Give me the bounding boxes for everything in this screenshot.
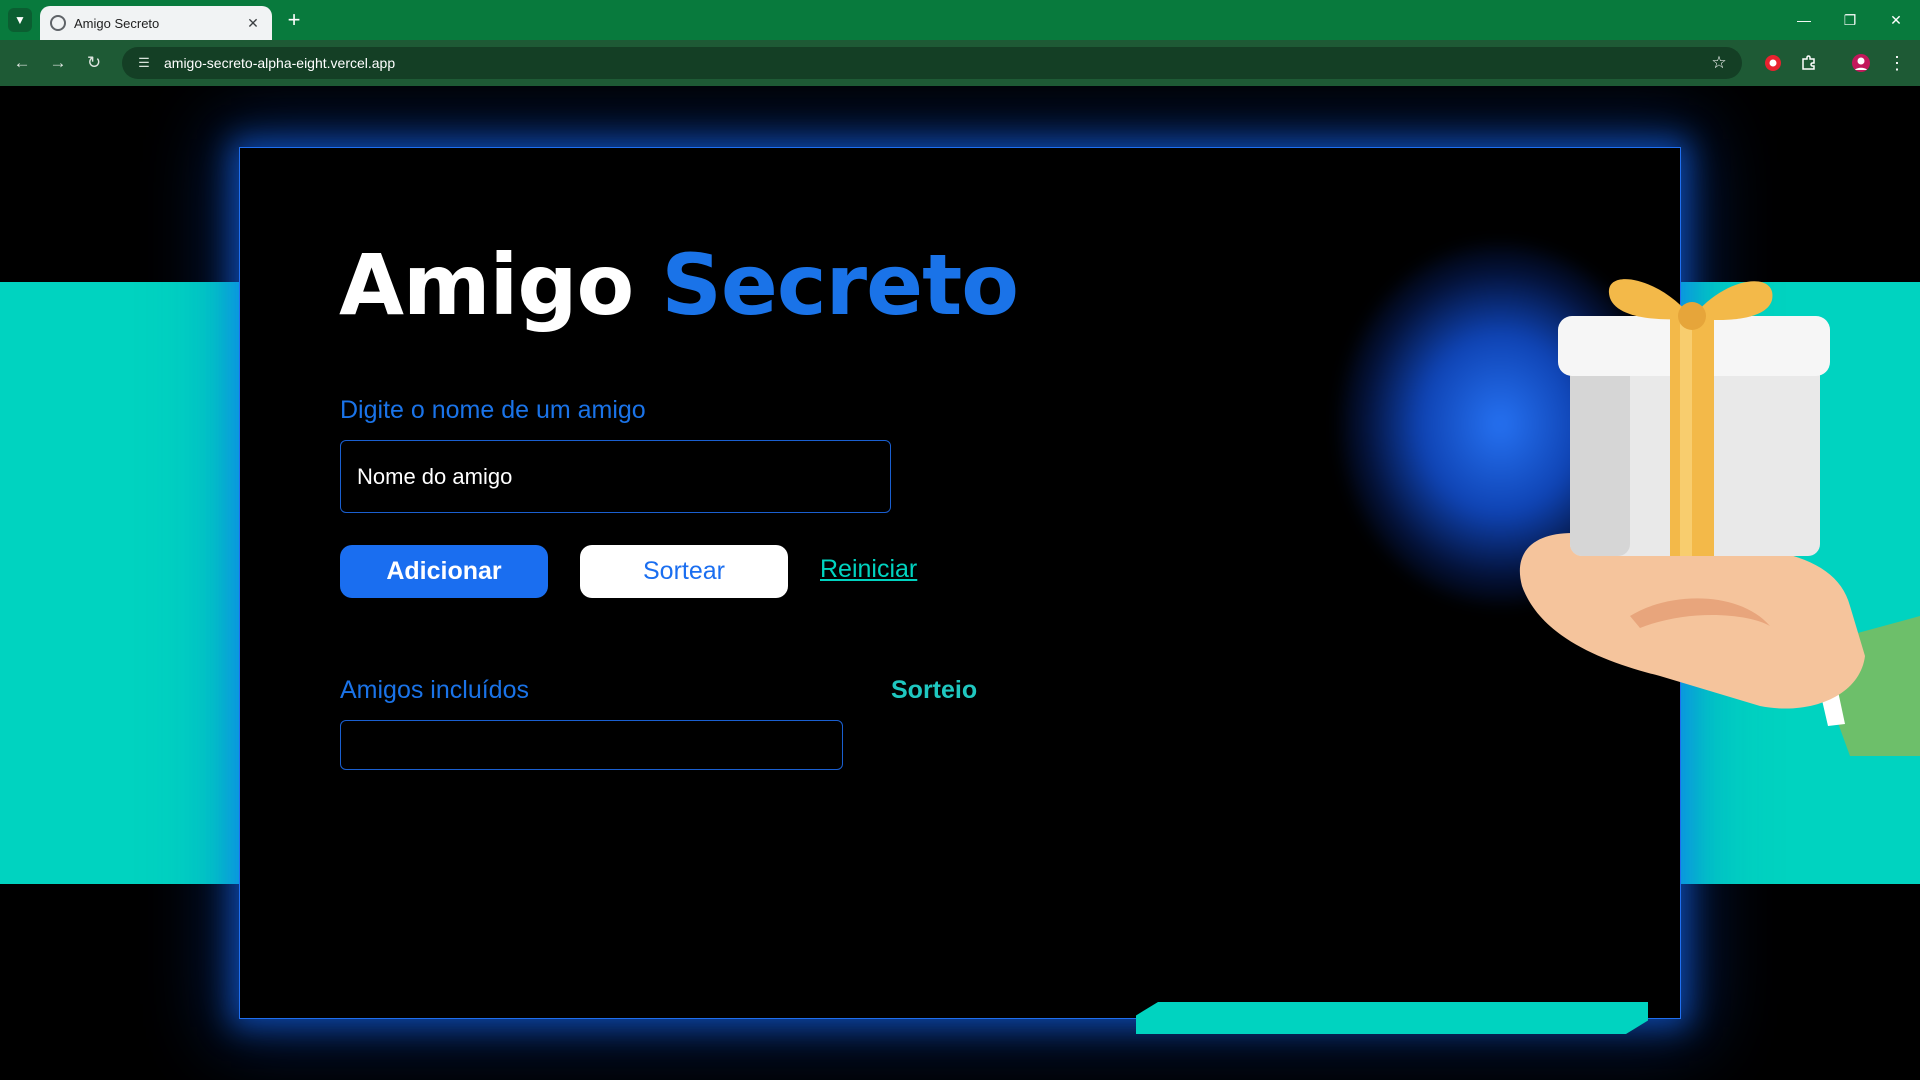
friend-name-input[interactable] [340, 440, 891, 513]
close-icon[interactable]: ✕ [244, 14, 262, 32]
draw-button[interactable]: Sortear [580, 545, 788, 598]
arrow-left-icon[interactable]: ← [8, 49, 36, 77]
more-vert-icon[interactable]: ⋮ [1886, 52, 1908, 74]
tab-title: Amigo Secreto [74, 15, 160, 31]
title-part-1: Amigo [339, 236, 634, 334]
page: Amigo Secreto Digite o nome de um amigo … [0, 86, 1920, 1080]
browser-tab[interactable]: Amigo Secreto ✕ [40, 6, 272, 40]
reset-link[interactable]: Reiniciar [820, 555, 917, 584]
red-extension-icon[interactable] [1762, 52, 1784, 74]
browser-toolbar: ← → ↻ ☰ amigo-secreto-alpha-eight.vercel… [0, 40, 1920, 86]
decorative-strip [1136, 1002, 1648, 1034]
result-label: Sorteio [891, 676, 978, 704]
profile-avatar-icon[interactable] [1850, 52, 1872, 74]
plus-icon[interactable]: + [282, 7, 306, 32]
restore-icon[interactable]: ❐ [1832, 6, 1868, 34]
input-label: Digite o nome de um amigo [340, 396, 646, 424]
close-window-icon[interactable]: ✕ [1878, 6, 1914, 34]
gift-on-hand-illustration [1519, 279, 1920, 756]
friends-list-label: Amigos incluídos [340, 676, 529, 704]
friends-list [340, 720, 843, 770]
url-text: amigo-secreto-alpha-eight.vercel.app [164, 55, 396, 71]
chevron-down-icon: ▼ [14, 13, 26, 27]
tune-icon[interactable]: ☰ [134, 53, 154, 73]
globe-icon [50, 15, 66, 31]
title-part-2: Secreto [661, 236, 1019, 334]
puzzle-icon[interactable] [1798, 52, 1820, 74]
star-icon[interactable]: ☆ [1708, 52, 1730, 74]
arrow-right-icon[interactable]: → [44, 49, 72, 77]
add-button[interactable]: Adicionar [340, 545, 548, 598]
reload-icon[interactable]: ↻ [80, 49, 108, 77]
page-title: Amigo Secreto [339, 236, 1019, 334]
tab-search-button[interactable]: ▼ [8, 8, 32, 32]
minimize-icon[interactable]: — [1786, 6, 1822, 34]
browser-tab-bar: ▼ Amigo Secreto ✕ + — ❐ ✕ [0, 0, 1920, 40]
address-bar[interactable]: ☰ amigo-secreto-alpha-eight.vercel.app ☆ [122, 47, 1742, 79]
